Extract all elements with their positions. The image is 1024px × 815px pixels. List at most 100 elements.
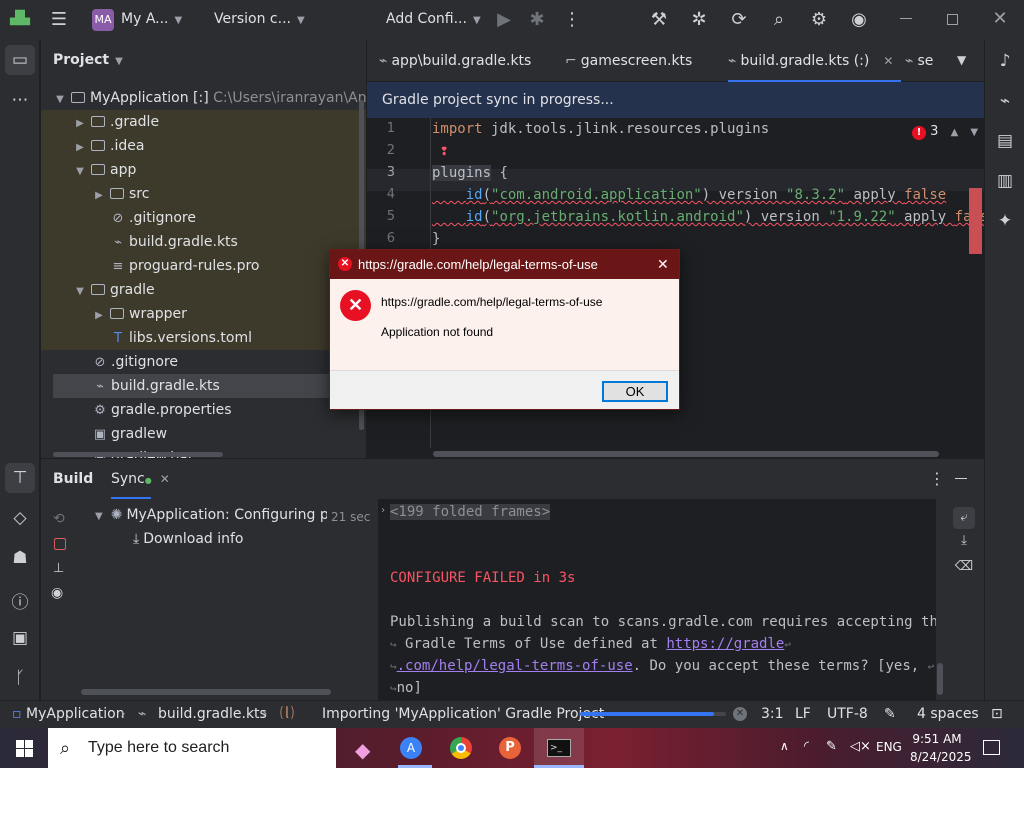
breadcrumb-file[interactable]: build.gradle.kts — [158, 701, 267, 727]
gem-icon[interactable]: ◇ — [0, 508, 40, 528]
indent-setting[interactable]: 4 spaces — [917, 701, 979, 727]
clock[interactable]: 9:51 AM 8/24/2025 — [910, 730, 972, 766]
problems-icon[interactable]: ⓘ — [0, 588, 40, 613]
background-task-label[interactable]: Importing 'MyApplication' Gradle Project — [322, 701, 604, 727]
notifications-icon[interactable] — [983, 740, 1000, 755]
running-devices-icon[interactable]: ▥ — [985, 171, 1024, 191]
pin-icon[interactable]: ⊥ — [53, 561, 64, 576]
hide-panel-icon[interactable] — [955, 478, 967, 479]
download-info-row[interactable]: ⤓ Download info — [133, 531, 244, 547]
tree-item-idea[interactable]: ▶ .idea — [41, 134, 366, 158]
chrome-icon[interactable] — [450, 737, 472, 759]
volume-muted-icon[interactable]: ◁× — [850, 739, 871, 754]
file-encoding[interactable]: UTF-8 — [827, 701, 868, 727]
tab-app-build-gradle[interactable]: ⌁ app\build.gradle.kts — [379, 40, 531, 82]
folded-frames[interactable]: <199 folded frames> — [390, 504, 551, 520]
language-indicator[interactable]: ENG — [876, 740, 902, 754]
tree-item-gradle-dir[interactable]: ▶ .gradle — [41, 110, 366, 134]
tab-build-gradle-root[interactable]: ⌁ build.gradle.kts (:) ✕ — [728, 40, 902, 82]
console-vscrollbar[interactable] — [937, 663, 943, 695]
tree-item-libs-versions[interactable]: Tlibs.versions.toml — [41, 326, 366, 350]
tree-item-build-gradle[interactable]: ⌁ build.gradle.kts — [53, 374, 366, 398]
scroll-to-end-icon[interactable]: ⤓ — [953, 533, 975, 548]
chevron-up-icon[interactable]: ▲ — [951, 127, 959, 138]
settings-gear-icon[interactable]: ⚙ — [808, 10, 830, 30]
bug-icon[interactable]: ✲ — [688, 10, 710, 30]
project-hscrollbar[interactable] — [53, 452, 223, 457]
android-studio-taskbar-icon[interactable]: A — [400, 737, 422, 759]
chevron-up-icon[interactable]: ∧ — [780, 739, 789, 753]
close-tab-icon[interactable]: ✕ — [160, 472, 170, 486]
tree-root[interactable]: ▼ MyApplication [:] C:\Users\iranrayan\An… — [41, 86, 366, 110]
project-badge[interactable]: MA — [92, 9, 114, 31]
gradle-icon[interactable]: ⚒ — [648, 10, 670, 30]
chevron-right-icon[interactable]: › — [380, 505, 386, 516]
caret-position[interactable]: 3:1 — [761, 701, 784, 727]
build-console[interactable]: › <199 folded frames> CONFIGURE FAILED i… — [378, 499, 936, 700]
tree-hscrollbar[interactable] — [81, 689, 331, 695]
ai-assistant-sparkle-icon[interactable]: ✦ — [985, 211, 1024, 231]
inspection-profile-icon[interactable]: ✎ — [884, 701, 896, 727]
tree-item-src[interactable]: ▶ src — [41, 182, 366, 206]
sync-icon[interactable]: ⟳ — [728, 10, 750, 30]
pen-icon[interactable]: ✎ — [826, 739, 837, 754]
close-tab-icon[interactable]: ✕ — [883, 54, 893, 68]
gradle-tool-icon[interactable]: ⌁ — [985, 91, 1024, 111]
tab-list-chevron-icon[interactable]: ▼ — [957, 53, 966, 67]
device-manager-icon[interactable]: ▤ — [985, 131, 1024, 151]
tab-gamescreen[interactable]: ⌐ gamescreen.kts — [565, 40, 692, 82]
soft-wrap-icon[interactable]: ⤶ — [953, 507, 975, 529]
postman-icon[interactable]: P — [499, 737, 521, 759]
tree-item-app-gitignore[interactable]: ⊘ .gitignore — [41, 206, 366, 230]
more-actions-icon[interactable]: ⋮ — [561, 10, 583, 30]
lambda-icon[interactable]: ⒧ — [280, 701, 294, 727]
tab-sync[interactable]: Sync● ✕ — [111, 471, 170, 487]
lock-icon[interactable]: ⊡ — [991, 701, 1003, 727]
tree-item-gradlew[interactable]: ▣ gradlew — [41, 422, 366, 446]
options-icon[interactable]: ⋮ — [929, 469, 945, 488]
stop-icon[interactable] — [54, 538, 66, 550]
terminal-icon[interactable]: ▣ — [0, 628, 40, 648]
copilot-icon[interactable]: ◆ — [355, 738, 370, 762]
tree-item-gitignore[interactable]: ⊘ .gitignore — [41, 350, 366, 374]
build-panel-title[interactable]: Build — [53, 471, 93, 487]
rerun-icon[interactable]: ⟲ — [53, 511, 65, 527]
terms-link[interactable]: .com/help/legal-terms-of-use — [397, 658, 633, 674]
maximize-icon[interactable] — [947, 14, 958, 25]
cancel-task-icon[interactable]: ✕ — [733, 707, 747, 721]
error-stripe-marker[interactable] — [969, 188, 982, 254]
chevron-down-icon[interactable]: ▼ — [970, 127, 978, 138]
windows-start-icon[interactable] — [16, 740, 33, 757]
clear-console-icon[interactable]: ⌫ — [953, 559, 975, 574]
close-dialog-icon[interactable]: ✕ — [657, 250, 669, 279]
logcat-icon[interactable]: ☗ — [0, 548, 40, 568]
tab-settings[interactable]: ⌁ se — [905, 40, 945, 82]
eye-icon[interactable]: ◉ — [51, 585, 63, 601]
vcs-switcher[interactable]: Version c... ▼ — [214, 11, 305, 27]
tree-item-proguard[interactable]: ≡ proguard-rules.pro — [41, 254, 366, 278]
more-tools-icon[interactable]: ⋯ — [0, 90, 40, 110]
editor-hscrollbar[interactable] — [433, 451, 939, 457]
tree-item-gradle-properties[interactable]: ⚙ gradle.properties — [41, 398, 366, 422]
tree-item-app-build-gradle[interactable]: ⌁ build.gradle.kts — [41, 230, 366, 254]
main-menu-icon[interactable]: ☰ — [48, 10, 70, 30]
ok-button[interactable]: OK — [602, 381, 668, 402]
debug-icon[interactable]: ✱ — [526, 10, 548, 30]
minimize-icon[interactable] — [900, 18, 912, 19]
terms-link[interactable]: https://gradle — [666, 636, 784, 652]
tree-item-gradle[interactable]: ▼ gradle — [41, 278, 366, 302]
tree-item-wrapper[interactable]: ▶ wrapper — [41, 302, 366, 326]
taskbar-search-box[interactable]: ⌕ Type here to search — [48, 728, 336, 768]
project-view-selector[interactable]: Project ▼ — [53, 52, 123, 68]
error-bulb-icon[interactable]: ❢ — [432, 143, 448, 159]
code-content[interactable]: import jdk.tools.jlink.resources.plugins… — [432, 118, 984, 250]
inspection-widget[interactable]: ! 3 ▲ ▼ — [912, 124, 978, 140]
network-icon[interactable]: ◜ — [804, 739, 809, 754]
search-icon[interactable]: ⌕ — [768, 10, 790, 30]
tree-item-app[interactable]: ▼ app — [41, 158, 366, 182]
git-branch-icon[interactable]: ᚴ — [0, 668, 40, 688]
close-window-icon[interactable]: ✕ — [989, 9, 1011, 29]
project-switcher[interactable]: My A... ▼ — [121, 11, 182, 27]
run-config-dropdown[interactable]: Add Confi... ▼ — [386, 11, 481, 27]
notifications-bell-icon[interactable]: ♪ — [985, 51, 1024, 71]
